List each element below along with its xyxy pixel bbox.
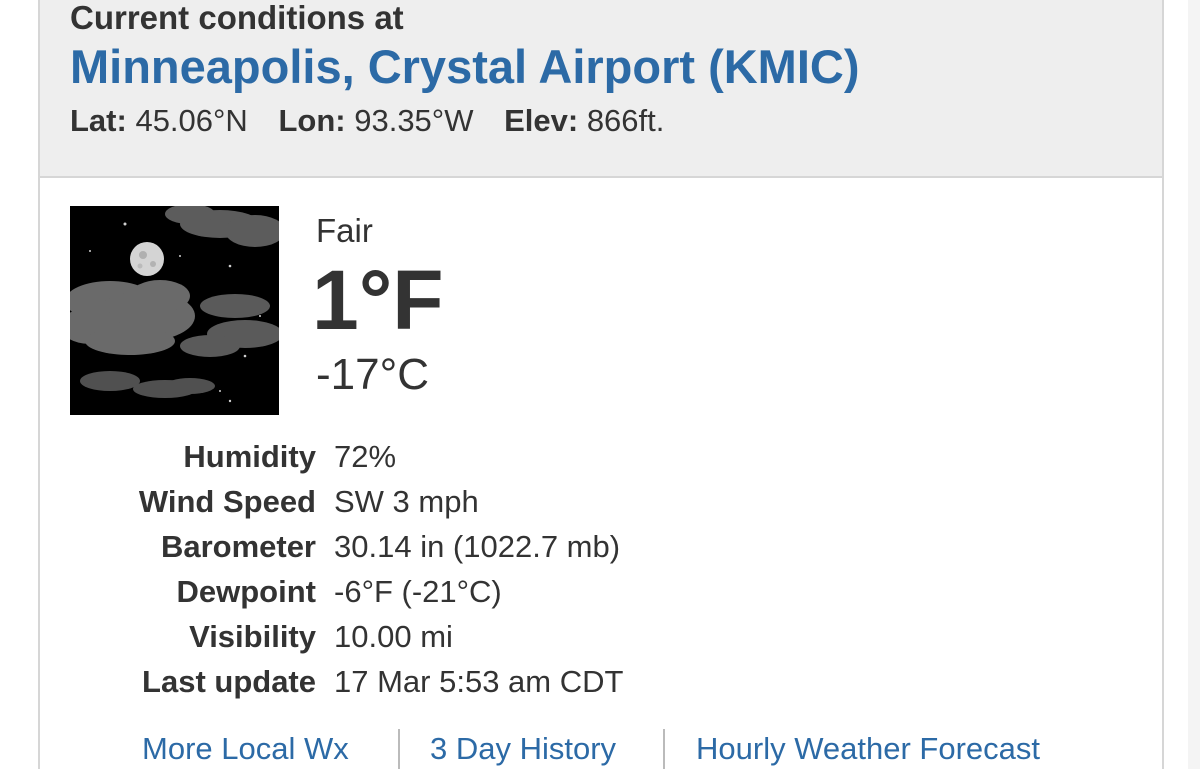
- detail-value: -6°F (-21°C): [334, 574, 502, 609]
- detail-row-wind-speed: Wind Speed SW 3 mph: [40, 482, 1140, 527]
- lon-value: 93.35°W: [354, 103, 474, 138]
- temperature-celsius: -17°C: [316, 350, 429, 399]
- detail-value: 17 Mar 5:53 am CDT: [334, 664, 624, 699]
- station-coordinates: Lat: 45.06°N Lon: 93.35°W Elev: 866ft.: [70, 103, 664, 139]
- elev-label: Elev:: [504, 103, 579, 138]
- conditions-detail-table: Humidity 72% Wind Speed SW 3 mph Baromet…: [40, 437, 1140, 707]
- station-name: Minneapolis, Crystal Airport (KMIC): [70, 40, 860, 93]
- lat-value: 45.06°N: [135, 103, 248, 138]
- elev-value: 866ft.: [586, 103, 665, 138]
- detail-label: Visibility: [189, 619, 316, 654]
- detail-value: 30.14 in (1022.7 mb): [334, 529, 621, 564]
- lat-label: Lat:: [70, 103, 127, 138]
- detail-label: Last update: [142, 664, 316, 699]
- current-conditions-panel: Current conditions at Minneapolis, Cryst…: [38, 0, 1164, 769]
- detail-value: 10.00 mi: [334, 619, 453, 654]
- panel-heading: Current conditions at Minneapolis, Cryst…: [40, 0, 1162, 178]
- more-local-wx-link[interactable]: More Local Wx: [142, 727, 349, 769]
- detail-value: 72%: [334, 439, 397, 474]
- detail-label: Barometer: [160, 529, 316, 564]
- night-partly-cloudy-moon-icon: [70, 206, 279, 415]
- lon-label: Lon:: [278, 103, 346, 138]
- three-day-history-link[interactable]: 3 Day History: [430, 727, 616, 769]
- link-divider: [398, 729, 400, 769]
- detail-row-humidity: Humidity 72%: [40, 437, 1140, 482]
- footer-links: More Local Wx 3 Day History Hourly Weath…: [40, 727, 1140, 769]
- temperature-fahrenheit: 1°F: [312, 253, 444, 347]
- detail-row-barometer: Barometer 30.14 in (1022.7 mb): [40, 527, 1140, 572]
- link-divider: [663, 729, 665, 769]
- condition-text: Fair: [316, 212, 373, 249]
- heading-label: Current conditions at: [70, 0, 404, 36]
- scrollbar[interactable]: [1188, 0, 1200, 769]
- detail-row-visibility: Visibility 10.00 mi: [40, 617, 1140, 662]
- detail-label: Dewpoint: [176, 574, 317, 609]
- detail-row-last-update: Last update 17 Mar 5:53 am CDT: [40, 662, 1140, 707]
- detail-row-dewpoint: Dewpoint -6°F (-21°C): [40, 572, 1140, 617]
- detail-label: Wind Speed: [138, 484, 316, 519]
- page: Current conditions at Minneapolis, Cryst…: [0, 0, 1200, 769]
- hourly-weather-forecast-link[interactable]: Hourly Weather Forecast: [696, 727, 1040, 769]
- detail-value: SW 3 mph: [334, 484, 479, 519]
- detail-label: Humidity: [183, 439, 316, 474]
